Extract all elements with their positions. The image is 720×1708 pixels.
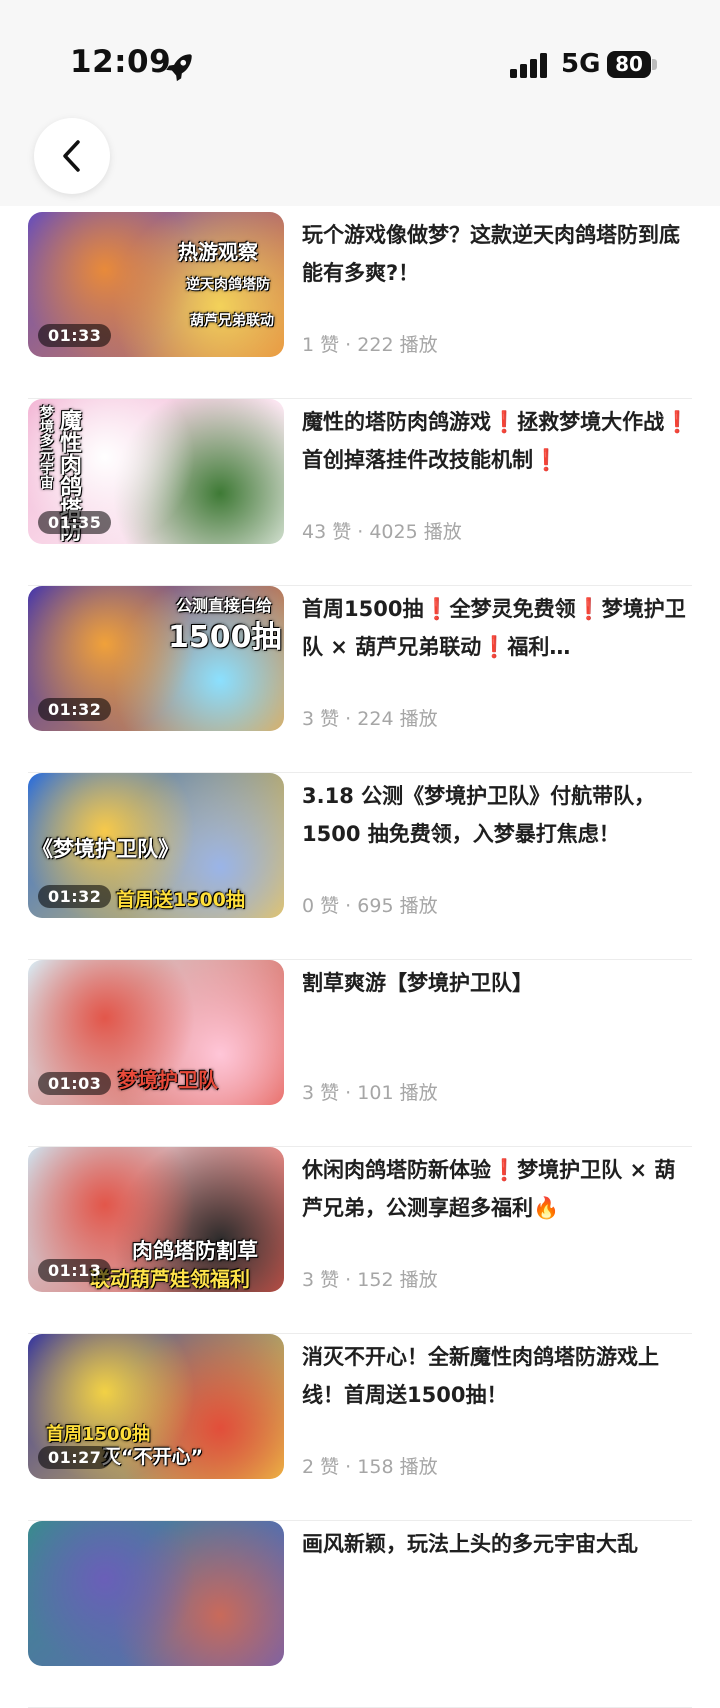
video-list: 热游观察逆天肉鸽塔防葫芦兄弟联动 01:33 玩个游戏像做梦？这款逆天肉鸽塔防到底能…: [28, 212, 692, 1708]
video-title[interactable]: 消灭不开心！全新魔性肉鸽塔防游戏上线！首周送1500抽！: [302, 1338, 694, 1414]
play-count: 224 播放: [357, 708, 438, 730]
video-item[interactable]: 《梦境护卫队》 首周送1500抽 01:32 3.18 公测《梦境护卫队》付航带队，1…: [28, 773, 692, 960]
video-thumbnail[interactable]: 公测直接白给 1500抽 01:32: [28, 586, 284, 731]
video-duration: 01:27: [38, 1446, 112, 1469]
video-thumbnail[interactable]: 梦境护卫队 01:03: [28, 960, 284, 1105]
video-thumbnail[interactable]: 梦境多元宇宙 魔性肉鸽塔防 01:35: [28, 399, 284, 544]
play-count: 695 播放: [357, 895, 438, 917]
like-count: 2 赞: [302, 1456, 340, 1478]
video-duration: 01:13: [38, 1259, 112, 1282]
video-thumbnail[interactable]: 《梦境护卫队》首周送1500抽 01:32: [28, 773, 284, 918]
play-count: 152 播放: [357, 1269, 438, 1291]
thumbnail-caption: 1500抽: [168, 620, 282, 655]
chevron-left-icon: [63, 140, 80, 172]
video-duration: 01:35: [38, 511, 112, 534]
play-count: 4025 播放: [369, 521, 462, 543]
rocket-icon: [166, 54, 192, 82]
video-title[interactable]: 魔性的塔防肉鸽游戏❗拯救梦境大作战❗首创掉落挂件改技能机制❗: [302, 403, 694, 479]
video-stats: 2 赞 · 158 播放: [302, 1452, 438, 1479]
video-item[interactable]: 梦境多元宇宙 魔性肉鸽塔防 01:35 魔性的塔防肉鸽游戏❗拯救梦境大作战❗首创掉落挂…: [28, 399, 692, 586]
thumbnail-caption: 葫芦兄弟联动: [190, 313, 274, 329]
play-count: 158 播放: [357, 1456, 438, 1478]
video-duration: 01:32: [38, 698, 112, 721]
stats-separator: ·: [339, 895, 358, 917]
network-type: 5G: [561, 49, 601, 79]
stats-separator: ·: [339, 708, 358, 730]
video-stats: 43 赞 · 4025 播放: [302, 517, 462, 544]
thumbnail-caption: 首周送1500抽: [116, 889, 245, 911]
video-thumbnail[interactable]: [28, 1521, 284, 1666]
stats-separator: ·: [339, 334, 358, 356]
stats-separator: ·: [351, 521, 370, 543]
video-stats: 3 赞 · 101 播放: [302, 1078, 438, 1105]
video-title[interactable]: 割草爽游【梦境护卫队】: [302, 964, 694, 1002]
battery-tip: [652, 59, 657, 70]
stats-separator: ·: [339, 1082, 358, 1104]
play-count: 222 播放: [357, 334, 438, 356]
video-title[interactable]: 首周1500抽❗全梦灵免费领❗梦境护卫队 × 葫芦兄弟联动❗福利…: [302, 590, 694, 666]
video-thumbnail[interactable]: 热游观察逆天肉鸽塔防葫芦兄弟联动 01:33: [28, 212, 284, 357]
stats-separator: ·: [339, 1456, 358, 1478]
video-stats: 3 赞 · 152 播放: [302, 1265, 438, 1292]
video-title[interactable]: 画风新颖，玩法上头的多元宇宙大乱: [302, 1525, 694, 1563]
thumbnail-caption: 梦境护卫队: [118, 1068, 218, 1092]
video-duration: 01:03: [38, 1072, 112, 1095]
video-item[interactable]: 公测直接白给 1500抽 01:32 首周1500抽❗全梦灵免费领❗梦境护卫队 × 葫…: [28, 586, 692, 773]
video-duration: 01:33: [38, 324, 112, 347]
thumbnail-caption: 联动葫芦娃领福利: [90, 1267, 250, 1291]
like-count: 3 赞: [302, 1082, 340, 1104]
stats-separator: ·: [339, 1269, 358, 1291]
like-count: 43 赞: [302, 521, 352, 543]
like-count: 0 赞: [302, 895, 340, 917]
video-item[interactable]: 首周1500抽 灭“不开心” 01:27 消灭不开心！全新魔性肉鸽塔防游戏上线！首周送…: [28, 1334, 692, 1521]
video-title[interactable]: 休闲肉鸽塔防新体验❗梦境护卫队 × 葫芦兄弟，公测享超多福利🔥: [302, 1151, 694, 1227]
video-title[interactable]: 玩个游戏像做梦？这款逆天肉鸽塔防到底能有多爽?！: [302, 216, 694, 292]
cellular-signal-icon: [510, 52, 550, 78]
back-button[interactable]: [34, 118, 110, 194]
video-item[interactable]: 肉鸽塔防割草 联动葫芦娃领福利 01:13 休闲肉鸽塔防新体验❗梦境护卫队 × 葫芦兄…: [28, 1147, 692, 1334]
status-time: 12:09: [70, 44, 172, 80]
video-item[interactable]: 梦境护卫队 01:03 割草爽游【梦境护卫队】 3 赞 · 101 播放: [28, 960, 692, 1147]
thumbnail-caption: 灭“不开心”: [102, 1446, 203, 1468]
thumbnail-caption: 肉鸽塔防割草: [132, 1239, 258, 1263]
play-count: 101 播放: [357, 1082, 438, 1104]
thumbnail-caption: 《梦境护卫队》: [32, 837, 179, 861]
thumbnail-artwork: [28, 1521, 284, 1666]
video-item[interactable]: 画风新颖，玩法上头的多元宇宙大乱: [28, 1521, 692, 1708]
battery-icon: 80: [607, 51, 651, 78]
like-count: 3 赞: [302, 1269, 340, 1291]
video-stats: 3 赞 · 224 播放: [302, 704, 438, 731]
like-count: 3 赞: [302, 708, 340, 730]
video-duration: 01:32: [38, 885, 112, 908]
video-title[interactable]: 3.18 公测《梦境护卫队》付航带队，1500 抽免费领，入梦暴打焦虑！: [302, 777, 694, 853]
thumbnail-caption: 热游观察: [178, 240, 258, 264]
video-thumbnail[interactable]: 肉鸽塔防割草联动葫芦娃领福利 01:13: [28, 1147, 284, 1292]
video-stats: 1 赞 · 222 播放: [302, 330, 438, 357]
video-item[interactable]: 热游观察逆天肉鸽塔防葫芦兄弟联动 01:33 玩个游戏像做梦？这款逆天肉鸽塔防到底能…: [28, 212, 692, 399]
video-stats: 0 赞 · 695 播放: [302, 891, 438, 918]
like-count: 1 赞: [302, 334, 340, 356]
video-thumbnail[interactable]: 首周1500抽 灭“不开心” 01:27: [28, 1334, 284, 1479]
thumbnail-caption: 逆天肉鸽塔防: [186, 277, 270, 293]
